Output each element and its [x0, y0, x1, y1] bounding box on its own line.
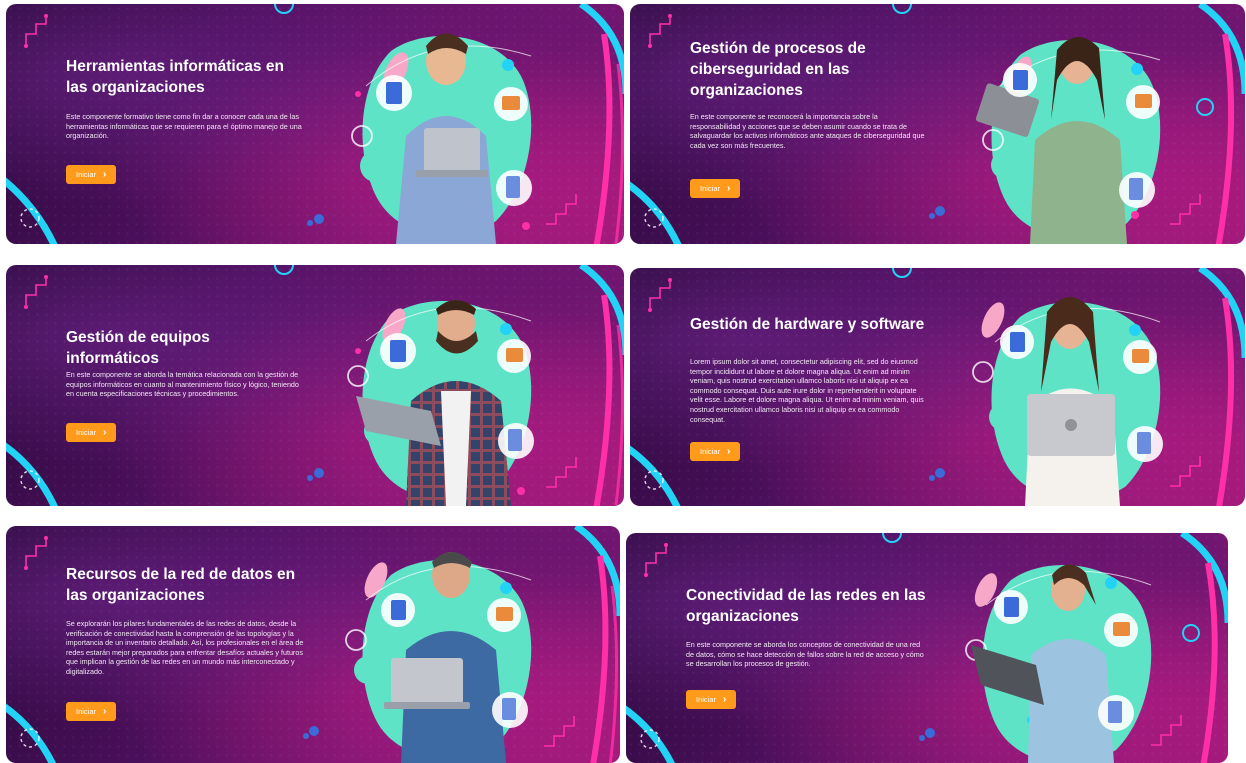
course-card-2: Gestión de procesos de ciberseguridad en…: [630, 4, 1245, 244]
hero-illustration: [975, 36, 1161, 244]
card-title: Conectividad de las redes en las organiz…: [686, 587, 926, 625]
start-button[interactable]: Iniciar ›: [690, 442, 741, 461]
hero-illustration: [972, 297, 1163, 506]
illustration: [965, 282, 1175, 506]
start-button-label: Iniciar: [76, 707, 97, 716]
illustration: [336, 16, 546, 244]
card-description: En este componente se reconocerá la impo…: [690, 112, 925, 150]
card-description: Se explorarán los pilares fundamentales …: [66, 619, 304, 676]
card-title: Gestión de equipos informáticos: [66, 329, 210, 367]
chevron-right-icon: ›: [103, 426, 107, 438]
start-button[interactable]: Iniciar ›: [66, 423, 117, 442]
card-content: Gestión de equipos informáticos En este …: [66, 265, 316, 506]
start-button[interactable]: Iniciar ›: [686, 690, 737, 709]
chevron-right-icon: ›: [723, 693, 727, 705]
start-button[interactable]: Iniciar ›: [66, 165, 117, 184]
illustration: [965, 20, 1175, 244]
card-description: Este componente formativo tiene como fin…: [66, 112, 302, 141]
card-title: Gestión de hardware y software: [690, 316, 925, 333]
start-button[interactable]: Iniciar ›: [690, 179, 741, 198]
hero-illustration: [347, 300, 534, 506]
course-card-3: Gestión de equipos informáticos En este …: [6, 265, 624, 506]
card-description: En este componente se aborda la temática…: [66, 370, 299, 399]
course-card-4: Gestión de hardware y software Lorem ips…: [630, 268, 1245, 506]
chevron-right-icon: ›: [103, 168, 107, 180]
course-card-6: Conectividad de las redes en las organiz…: [626, 533, 1228, 763]
card-content: Herramientas informáticas en las organiz…: [66, 4, 316, 244]
start-button-label: Iniciar: [700, 184, 721, 193]
course-grid: Herramientas informáticas en las organiz…: [0, 0, 1246, 763]
start-button-label: Iniciar: [76, 170, 97, 179]
card-title: Recursos de la red de datos en las organ…: [66, 566, 296, 604]
course-card-1: Herramientas informáticas en las organiz…: [6, 4, 624, 244]
hero-illustration: [351, 33, 532, 244]
hero-illustration: [965, 564, 1152, 763]
card-description: Lorem ipsum dolor sit amet, consectetur …: [690, 357, 924, 424]
chevron-right-icon: ›: [103, 705, 107, 717]
start-button[interactable]: Iniciar ›: [66, 702, 117, 721]
start-button-label: Iniciar: [696, 695, 717, 704]
illustration: [956, 545, 1166, 763]
card-content: Gestión de hardware y software Lorem ips…: [690, 268, 940, 506]
card-title: Herramientas informáticas en las organiz…: [66, 58, 284, 96]
course-card-5: Recursos de la red de datos en las organ…: [6, 526, 620, 763]
hero-illustration: [345, 552, 532, 763]
chevron-right-icon: ›: [727, 445, 731, 457]
start-button-label: Iniciar: [76, 428, 97, 437]
start-button-label: Iniciar: [700, 447, 721, 456]
illustration: [336, 281, 546, 506]
card-title: Gestión de procesos de ciberseguridad en…: [690, 40, 866, 99]
card-content: Recursos de la red de datos en las organ…: [66, 526, 316, 763]
card-content: Conectividad de las redes en las organiz…: [686, 533, 936, 763]
card-description: En este componente se aborda los concept…: [686, 640, 924, 669]
illustration: [336, 540, 546, 763]
chevron-right-icon: ›: [727, 182, 731, 194]
card-content: Gestión de procesos de ciberseguridad en…: [690, 4, 940, 244]
